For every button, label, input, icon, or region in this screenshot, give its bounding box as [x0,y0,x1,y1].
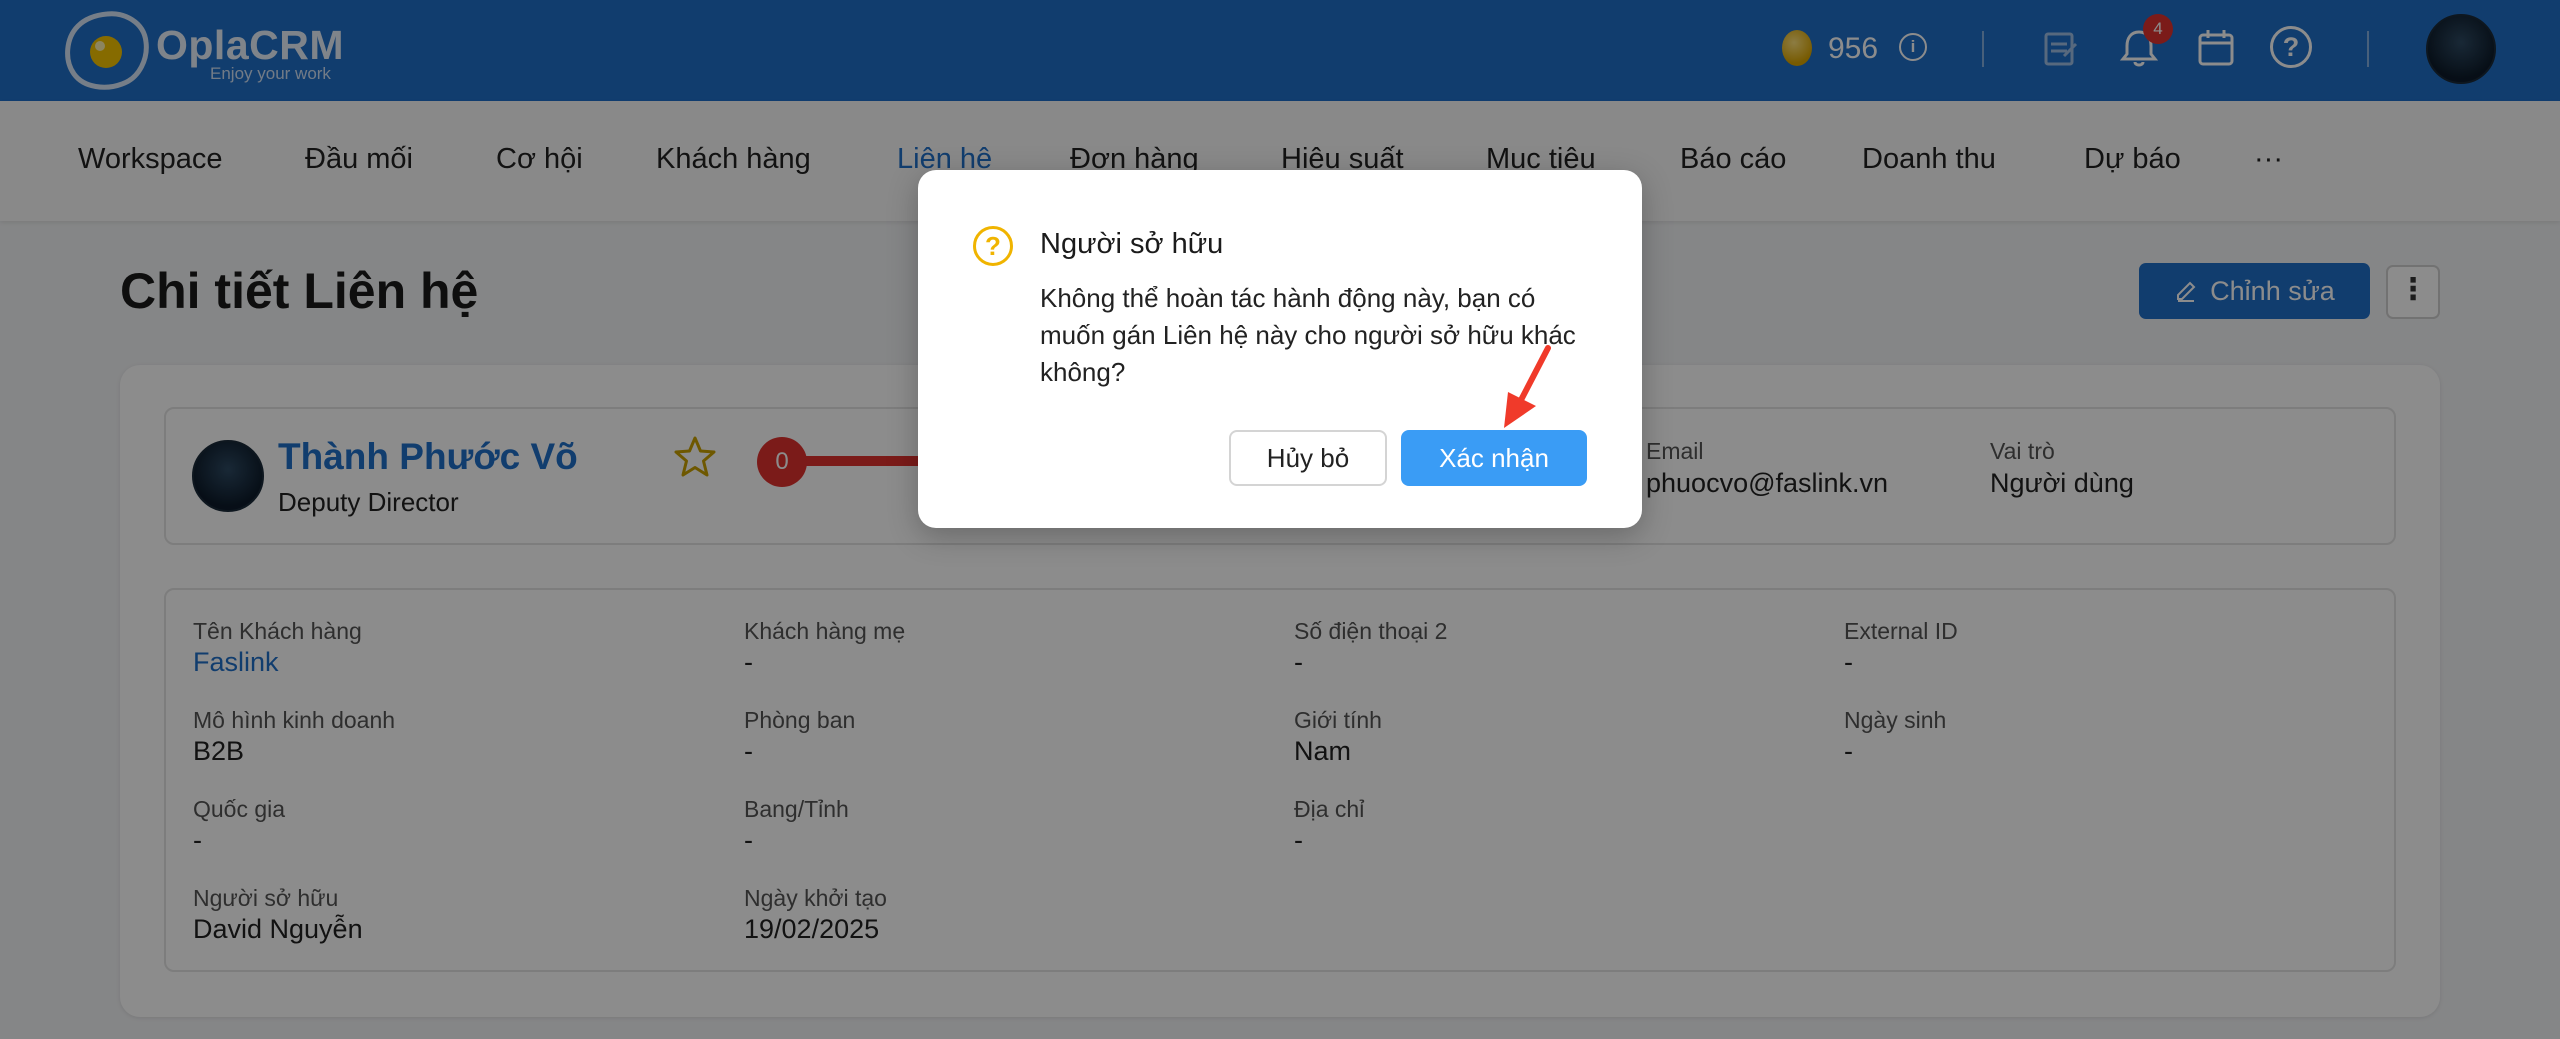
question-icon: ? [973,226,1013,266]
dialog-title: Người sở hữu [1040,228,1224,260]
cancel-button[interactable]: Hủy bỏ [1229,430,1387,486]
red-arrow-icon [1504,345,1551,428]
